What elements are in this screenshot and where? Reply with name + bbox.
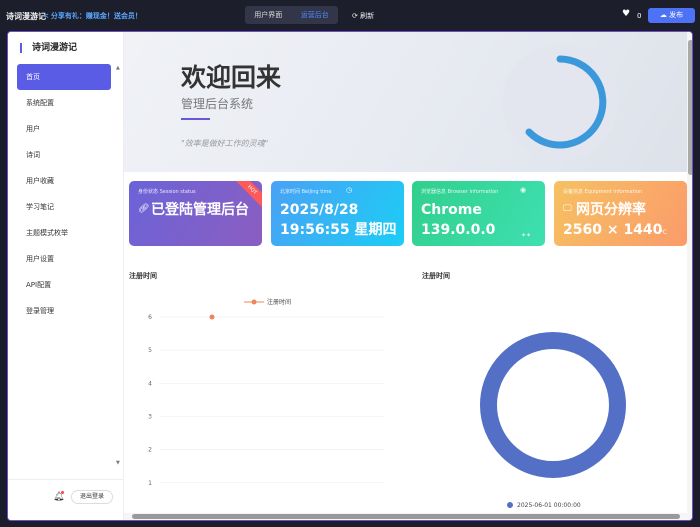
- beijing-time-card: 北京时间 Beijing time ◷ 2025/8/28 19:56:55 星…: [271, 181, 404, 246]
- y-tick-label: 5: [148, 347, 152, 354]
- like-count: 0: [637, 12, 642, 20]
- card-label: 设备信息 Equipment information: [563, 189, 643, 195]
- sidebar-item-login-management[interactable]: 登录管理: [17, 298, 111, 324]
- sidebar-item-poems[interactable]: 诗词: [17, 142, 111, 168]
- share-text: 分享有礼：赚现金！送会员！: [50, 12, 142, 20]
- vertical-scrollbar[interactable]: [687, 32, 692, 520]
- device-card: 设备信息 Equipment information 🖵︎ 网页分辨率 2560…: [554, 181, 687, 246]
- refresh-button[interactable]: ⟳ 刷新: [352, 11, 374, 21]
- legend-marker: [251, 299, 257, 305]
- view-switch: 用户界面 运营后台: [245, 6, 338, 24]
- data-point: [209, 314, 215, 320]
- vertical-scroll-thumb[interactable]: [688, 40, 692, 175]
- accent-divider: [181, 118, 210, 120]
- chrome-icon: ◉: [520, 186, 527, 194]
- y-tick-label: 1: [148, 480, 152, 487]
- brand-name[interactable]: 诗词漫游记: [6, 11, 46, 22]
- pie-chart-title: 注册时间: [422, 272, 450, 280]
- spinner-icon: [525, 55, 607, 149]
- sidebar-title: 诗词漫游记: [20, 43, 77, 53]
- y-tick-label: 6: [148, 314, 152, 321]
- legend-marker: [507, 502, 513, 508]
- link-icon: 🔗︎: [138, 204, 150, 214]
- welcome-quote: "效率是做好工作的灵魂": [181, 139, 269, 148]
- share-icon: <: [43, 12, 49, 20]
- app-window: 诗词漫游记 ▲ 首页 系统配置 用户 诗词 用户收藏 学习笔记 主题模式枚举 用…: [7, 31, 693, 521]
- main-content: 欢迎回来 管理后台系统 "效率是做好工作的灵魂" 身份状态 Session st…: [124, 32, 687, 513]
- tab-user-interface[interactable]: 用户界面: [245, 6, 292, 24]
- legend-label: 注册时间: [267, 298, 291, 306]
- pie-chart: 2025-06-01 00:00:00: [480, 332, 626, 509]
- sidebar-item-theme-enum[interactable]: 主题模式枚举: [17, 220, 111, 246]
- publish-label: 发布: [669, 11, 684, 19]
- line-chart: 0123456注册时间…-01 00:00:00: [148, 298, 384, 487]
- sidebar-footer: 🔔︎ 退出登录: [8, 479, 123, 520]
- session-card: 身份状态 Session status HOT 🔗︎ 已登陆管理后台: [129, 181, 262, 246]
- cloud-icon: ☁: [659, 11, 667, 19]
- time-value: 19:56:55 星期四: [280, 222, 397, 238]
- share-link[interactable]: < 分享有礼：赚现金！送会员！: [43, 11, 142, 21]
- welcome-banner: 欢迎回来 管理后台系统 "效率是做好工作的灵魂": [124, 32, 687, 172]
- resolution-label: 网页分辨率: [576, 202, 646, 218]
- browser-card: 浏览器信息 Browser information ◉ Chrome 139.0…: [412, 181, 545, 246]
- pie-slice: [480, 332, 626, 478]
- legend-label: 2025-06-01 00:00:00: [517, 502, 581, 509]
- heart-icon[interactable]: ♥: [622, 9, 630, 19]
- y-tick-label: 4: [148, 380, 152, 387]
- sidebar-item-api-config[interactable]: API配置: [17, 272, 111, 298]
- y-tick-label: 2: [148, 447, 152, 454]
- sidebar: 诗词漫游记 ▲ 首页 系统配置 用户 诗词 用户收藏 学习笔记 主题模式枚举 用…: [8, 32, 124, 520]
- sidebar-item-user-settings[interactable]: 用户设置: [17, 246, 111, 272]
- sidebar-item-notes[interactable]: 学习笔记: [17, 194, 111, 220]
- device-type: PC: [659, 229, 667, 236]
- sidebar-item-users[interactable]: 用户: [17, 116, 111, 142]
- horizontal-scroll-thumb[interactable]: [132, 514, 680, 519]
- welcome-subtitle: 管理后台系统: [181, 97, 254, 111]
- card-label: 身份状态 Session status: [138, 189, 196, 195]
- resolution-value: 2560 × 1440: [563, 222, 663, 238]
- sidebar-menu: 首页 系统配置 用户 诗词 用户收藏 学习笔记 主题模式枚举 用户设置 API配…: [17, 64, 111, 324]
- sidebar-item-favorites[interactable]: 用户收藏: [17, 168, 111, 194]
- sparkle-icon: ✦✦: [521, 232, 532, 239]
- line-chart-title: 注册时间: [129, 272, 157, 280]
- card-label: 北京时间 Beijing time: [280, 189, 332, 195]
- sidebar-item-system-config[interactable]: 系统配置: [17, 90, 111, 116]
- y-tick-label: 3: [148, 414, 152, 421]
- browser-version: 139.0.0.0: [421, 222, 496, 238]
- top-bar: 诗词漫游记 < 分享有礼：赚现金！送会员！ 用户界面 运营后台 ⟳ 刷新 ♥ 0 …: [0, 0, 700, 31]
- monitor-icon: 🖵︎: [563, 204, 572, 214]
- publish-button[interactable]: ☁ 发布: [648, 8, 695, 23]
- logout-button[interactable]: 退出登录: [71, 490, 113, 504]
- tab-admin-backend[interactable]: 运营后台: [292, 6, 339, 24]
- welcome-title: 欢迎回来: [181, 63, 282, 92]
- card-label: 浏览器信息 Browser information: [421, 189, 499, 195]
- loading-circle: [502, 44, 618, 160]
- sidebar-item-home[interactable]: 首页: [17, 64, 111, 90]
- session-status: 已登陆管理后台: [151, 202, 249, 218]
- refresh-label: 刷新: [360, 12, 375, 20]
- clock-icon: ◷: [346, 186, 353, 194]
- scroll-down-icon[interactable]: ▼: [116, 460, 120, 466]
- notification-dot: [61, 491, 64, 494]
- scroll-up-icon[interactable]: ▲: [116, 65, 120, 71]
- date-value: 2025/8/28: [280, 202, 359, 218]
- browser-name: Chrome: [421, 202, 482, 218]
- horizontal-scrollbar[interactable]: [124, 513, 687, 520]
- refresh-icon: ⟳: [352, 12, 358, 20]
